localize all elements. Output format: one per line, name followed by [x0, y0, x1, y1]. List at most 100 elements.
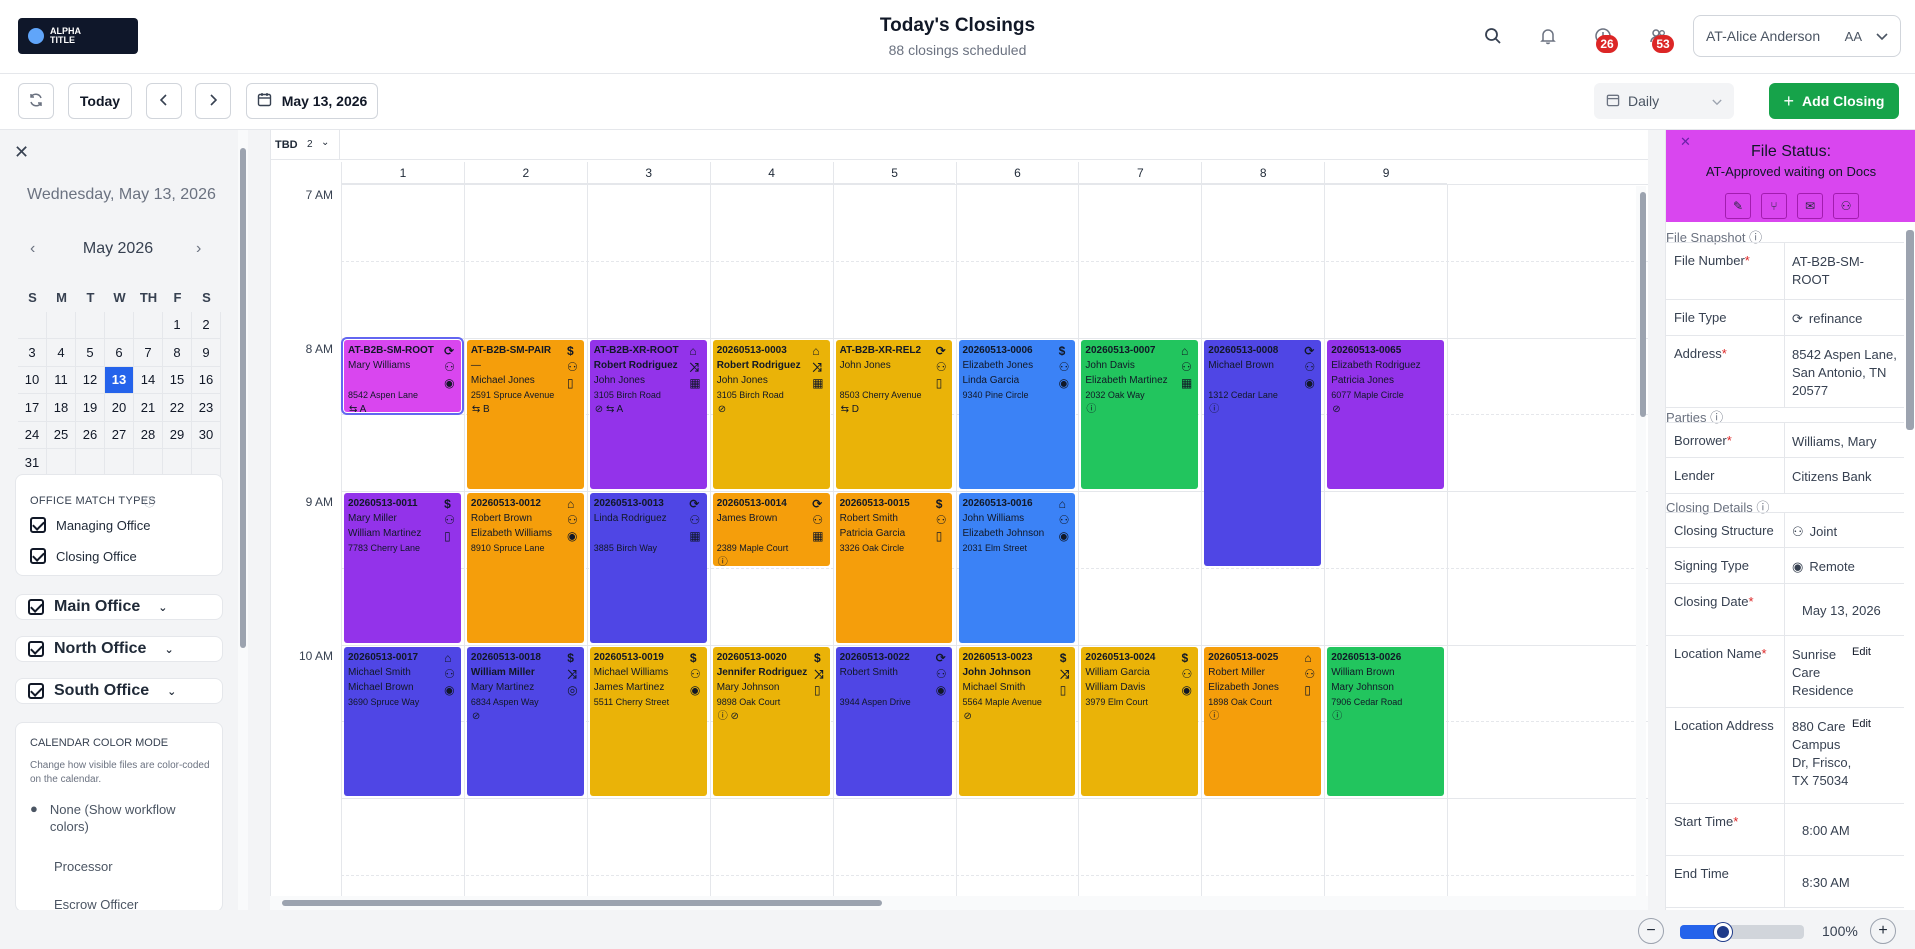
- mini-cal-day[interactable]: 13: [105, 366, 134, 394]
- managing-office-checkbox[interactable]: Managing Office: [30, 517, 150, 533]
- closing-event[interactable]: 20260513-0023 John Johnson Michael Smith 55…: [958, 646, 1076, 796]
- column-line: [1324, 184, 1326, 908]
- mini-cal-day[interactable]: 18: [47, 394, 76, 422]
- refresh-button[interactable]: [18, 83, 54, 119]
- color-option-none[interactable]: ● None (Show workflow colors): [30, 801, 200, 835]
- prev-day-button[interactable]: [146, 83, 182, 119]
- mini-cal-day[interactable]: 15: [163, 366, 192, 394]
- edit-file-icon[interactable]: ✎: [1725, 193, 1751, 219]
- mini-cal-day[interactable]: 2: [192, 311, 221, 339]
- color-option-processor[interactable]: Processor: [54, 859, 113, 874]
- edit-location-name-button[interactable]: Edit: [1852, 646, 1871, 658]
- mini-cal-day[interactable]: 5: [76, 339, 105, 367]
- closing-event[interactable]: 20260513-0024 William Garcia William Davis…: [1081, 646, 1199, 796]
- closing-event[interactable]: 20260513-0007 John Davis Elizabeth Martine…: [1081, 339, 1199, 489]
- south-office-filter[interactable]: South Office ⌄: [15, 678, 223, 704]
- closing-event[interactable]: 20260513-0022 Robert Smith 3944 Aspen Driv…: [835, 646, 953, 796]
- zoom-in-button[interactable]: +: [1870, 918, 1896, 944]
- sidebar-scroll-thumb[interactable]: [240, 148, 246, 648]
- column-line: [1201, 184, 1203, 908]
- chevron-down-icon[interactable]: ⌄: [321, 137, 329, 148]
- mini-cal-day[interactable]: 8: [163, 339, 192, 367]
- closing-office-checkbox[interactable]: Closing Office: [30, 548, 137, 564]
- mini-cal-day[interactable]: 22: [163, 394, 192, 422]
- mini-cal-day[interactable]: 21: [134, 394, 163, 422]
- mini-cal-day[interactable]: 1: [163, 311, 192, 339]
- zoom-out-button[interactable]: −: [1638, 918, 1664, 944]
- next-day-button[interactable]: [195, 83, 231, 119]
- closing-event[interactable]: 20260513-0013 Linda Rodriguez 3885 Birch W…: [589, 493, 707, 643]
- mini-cal-day[interactable]: 7: [134, 339, 163, 367]
- calendar-v-scroll-thumb[interactable]: [1640, 192, 1646, 417]
- closing-event[interactable]: 20260513-0017 Michael Smith Michael Brown 3…: [344, 646, 461, 796]
- closing-date-value[interactable]: May 13, 2026: [1802, 602, 1881, 620]
- closing-event[interactable]: AT-B2B-SM-PAIR — Michael Jones 2591 Spruce …: [466, 339, 584, 489]
- closing-event[interactable]: 20260513-0012 Robert Brown Elizabeth Willi…: [466, 493, 584, 643]
- closing-event[interactable]: 20260513-0026 William Brown Mary Johnson 79…: [1327, 646, 1445, 796]
- closing-event[interactable]: 20260513-0014 James Brown 2389 Maple Court…: [712, 493, 830, 566]
- tbd-row[interactable]: TBD 2 ⌄: [271, 130, 1648, 160]
- mini-cal-day[interactable]: 24: [18, 421, 47, 449]
- start-time-value[interactable]: 8:00 AM: [1802, 822, 1850, 840]
- main-office-filter[interactable]: Main Office ⌄: [15, 594, 223, 620]
- closing-event[interactable]: 20260513-0015 Robert Smith Patricia Garcia…: [835, 493, 953, 643]
- mini-cal-day[interactable]: 9: [192, 339, 221, 367]
- mini-cal-day[interactable]: 29: [163, 421, 192, 449]
- help-icon[interactable]: ⓘ: [144, 494, 155, 510]
- mail-icon[interactable]: ✉: [1797, 193, 1823, 219]
- end-time-value[interactable]: 8:30 AM: [1802, 874, 1850, 892]
- closing-event[interactable]: 20260513-0019 Michael Williams James Marti…: [589, 646, 707, 796]
- weekday-header: S: [202, 290, 211, 306]
- mini-cal-day[interactable]: 14: [134, 366, 163, 394]
- mini-cal-day[interactable]: 26: [76, 421, 105, 449]
- branch-icon[interactable]: ⑂: [1761, 193, 1787, 219]
- mini-cal-day[interactable]: 16: [192, 366, 221, 394]
- mini-cal-day[interactable]: 27: [105, 421, 134, 449]
- mini-cal-day[interactable]: 30: [192, 421, 221, 449]
- closing-event[interactable]: 20260513-0016 John Williams Elizabeth John…: [958, 493, 1076, 643]
- date-picker-button[interactable]: May 13, 2026: [246, 83, 378, 119]
- event-footer: ⊘: [471, 710, 481, 722]
- closing-event[interactable]: 20260513-0065 Elizabeth Rodriguez Patricia…: [1327, 339, 1445, 489]
- end-time-row: End Time 8:30 AM: [1666, 856, 1904, 908]
- closing-event[interactable]: 20260513-0003 Robert Rodriguez John Jones 3…: [712, 339, 830, 489]
- panel-scroll-thumb[interactable]: [1906, 230, 1914, 430]
- mini-cal-day[interactable]: 31: [18, 449, 47, 477]
- mini-cal-day[interactable]: 17: [18, 394, 47, 422]
- closing-event[interactable]: AT-B2B-SM-ROOT Mary Williams 8542 Aspen La…: [341, 336, 464, 416]
- mini-cal-day[interactable]: 11: [47, 366, 76, 394]
- column-line: [463, 184, 465, 908]
- closing-event[interactable]: 20260513-0018 William Miller Mary Martinez…: [466, 646, 584, 796]
- closing-event[interactable]: AT-B2B-XR-REL2 John Jones 8503 Cherry Aven…: [835, 339, 953, 489]
- mini-cal-day[interactable]: 23: [192, 394, 221, 422]
- calendar-h-scroll-thumb[interactable]: [282, 900, 882, 906]
- mini-cal-day[interactable]: 28: [134, 421, 163, 449]
- mini-cal-day[interactable]: 3: [18, 339, 47, 367]
- zoom-slider[interactable]: [1680, 925, 1804, 939]
- closing-event[interactable]: AT-B2B-XR-ROOT Robert Rodriguez John Jones…: [589, 339, 707, 489]
- search-icon[interactable]: [1481, 24, 1505, 48]
- mini-cal-day[interactable]: 4: [47, 339, 76, 367]
- mini-cal-day[interactable]: 25: [47, 421, 76, 449]
- closing-event[interactable]: 20260513-0006 Elizabeth Jones Linda Garcia…: [958, 339, 1076, 489]
- north-office-filter[interactable]: North Office ⌄: [15, 636, 223, 662]
- add-closing-button[interactable]: + Add Closing: [1769, 83, 1899, 119]
- bell-icon[interactable]: [1536, 24, 1560, 48]
- parties-icon[interactable]: ⚇: [1833, 193, 1859, 219]
- event-party-1: John Jones: [839, 359, 891, 371]
- close-sidebar-icon[interactable]: ✕: [14, 142, 29, 163]
- today-button[interactable]: Today: [68, 83, 132, 119]
- mini-cal-day[interactable]: 20: [105, 394, 134, 422]
- user-menu[interactable]: AT-Alice Anderson AA: [1693, 15, 1901, 57]
- mini-cal-day[interactable]: 12: [76, 366, 105, 394]
- closing-event[interactable]: 20260513-0008 Michael Brown 1312 Cedar Lan…: [1204, 339, 1322, 566]
- edit-location-address-button[interactable]: Edit: [1852, 718, 1871, 730]
- event-address: 7906 Cedar Road: [1331, 696, 1403, 707]
- mini-cal-day[interactable]: 10: [18, 366, 47, 394]
- view-select[interactable]: Daily: [1594, 83, 1734, 119]
- mini-cal-day[interactable]: 6: [105, 339, 134, 367]
- closing-event[interactable]: 20260513-0011 Mary Miller William Martinez…: [344, 493, 461, 643]
- closing-event[interactable]: 20260513-0020 Jennifer Rodriguez Mary John…: [712, 646, 830, 796]
- mini-cal-day[interactable]: 19: [76, 394, 105, 422]
- closing-event[interactable]: 20260513-0025 Robert Miller Elizabeth Jone…: [1204, 646, 1322, 796]
